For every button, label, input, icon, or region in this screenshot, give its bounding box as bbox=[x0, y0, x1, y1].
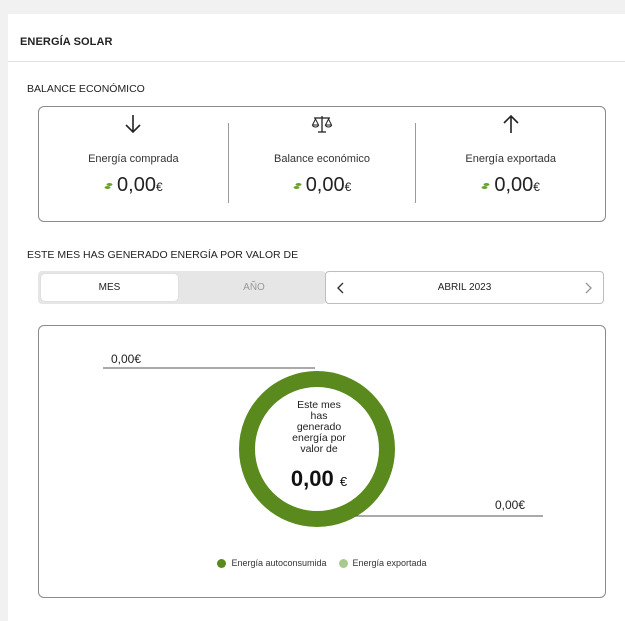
exported-energy-value: 0,00€ bbox=[416, 174, 605, 197]
coins-icon bbox=[293, 183, 302, 190]
purchased-energy-panel: Energía comprada 0,00€ bbox=[39, 107, 228, 221]
exported-amount: 0,00€ bbox=[495, 498, 526, 512]
economic-balance-label: Balance económico bbox=[274, 153, 371, 165]
economic-balance-value: 0,00€ bbox=[228, 174, 417, 197]
card-title: ENERGÍA SOLAR bbox=[8, 14, 625, 62]
chart-legend: Energía autoconsumida Energía exportada bbox=[39, 558, 605, 568]
balance-section-title: BALANCE ECONÓMICO bbox=[27, 83, 145, 95]
exported-energy-label: Energía exportada bbox=[465, 153, 556, 165]
purchased-energy-value: 0,00€ bbox=[39, 174, 228, 197]
scale-icon bbox=[311, 116, 333, 133]
toggle-year[interactable]: AÑO bbox=[184, 274, 324, 301]
exported-energy-panel: Energía exportada 0,00€ bbox=[416, 107, 605, 221]
legend-dot bbox=[338, 558, 348, 568]
self-consumed-amount: 0,00€ bbox=[111, 352, 142, 366]
coins-icon bbox=[481, 183, 490, 190]
legend-dot bbox=[217, 558, 227, 568]
chevron-right-icon[interactable] bbox=[581, 281, 595, 295]
legend-item-self-consumed: Energía autoconsumida bbox=[217, 558, 327, 568]
arrow-up-icon bbox=[503, 114, 519, 133]
solar-energy-card: ENERGÍA SOLAR BALANCE ECONÓMICO Energía … bbox=[8, 14, 625, 621]
arrow-down-icon bbox=[125, 115, 141, 134]
purchased-energy-label: Energía comprada bbox=[88, 153, 179, 165]
current-period-label: ABRIL 2023 bbox=[437, 282, 492, 293]
date-selector: ABRIL 2023 bbox=[325, 271, 604, 304]
donut-center-value: 0,00 € bbox=[290, 466, 348, 491]
period-toggle: MES AÑO bbox=[38, 271, 326, 304]
legend-item-exported: Energía exportada bbox=[338, 558, 427, 568]
generated-section-title: ESTE MES HAS GENERADO ENERGÍA POR VALOR … bbox=[27, 249, 299, 261]
coins-icon bbox=[104, 183, 113, 190]
donut-center-text: Este mes has generado energía por valor … bbox=[292, 399, 346, 455]
energy-donut-chart: 0,00€ 0,00€ Este mes has generado energí… bbox=[38, 325, 606, 598]
toggle-month[interactable]: MES bbox=[41, 274, 178, 301]
balance-summary-box: Energía comprada 0,00€ Balance económico… bbox=[38, 106, 606, 222]
economic-balance-panel: Balance económico 0,00€ bbox=[228, 107, 417, 221]
